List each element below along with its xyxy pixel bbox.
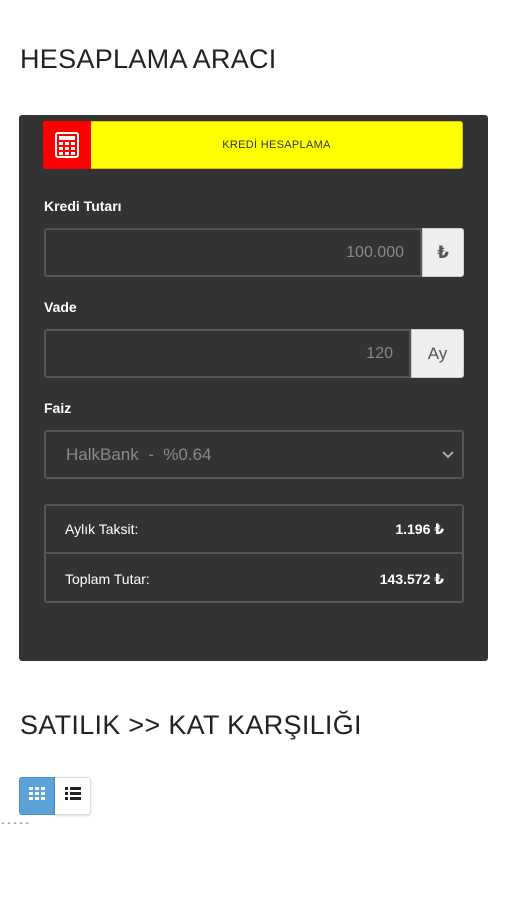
list-view-icon <box>64 787 81 805</box>
divider-dashes: ----- <box>0 818 31 829</box>
interest-label: Faiz <box>44 400 72 416</box>
loan-amount-input[interactable]: 100.000 <box>44 228 422 277</box>
loan-amount-label: Kredi Tutarı <box>44 198 122 214</box>
monthly-installment-row: Aylık Taksit: 1.196 ₺ <box>46 506 462 554</box>
page: HESAPLAMA ARACI KREDİ HESAPLAMA Kredi Tu… <box>0 0 506 900</box>
calculator-heading: HESAPLAMA ARACI <box>20 44 277 74</box>
monthly-installment-label: Aylık Taksit: <box>65 521 139 537</box>
grid-view-icon <box>29 786 45 806</box>
results-box: Aylık Taksit: 1.196 ₺ Toplam Tutar: 143.… <box>44 504 464 603</box>
total-amount-value: 143.572 ₺ <box>379 570 444 587</box>
interest-selected-value: HalkBank - %0.64 <box>66 445 212 464</box>
term-input[interactable]: 120 <box>44 329 411 378</box>
interest-select[interactable]: HalkBank - %0.64 <box>44 430 464 479</box>
grid-view-button[interactable] <box>19 777 55 815</box>
banner-label: KREDİ HESAPLAMA <box>222 139 331 151</box>
term-group: 120 Ay <box>44 329 464 378</box>
loan-amount-group: 100.000 ₺ <box>44 228 464 277</box>
monthly-installment-value: 1.196 ₺ <box>395 520 444 537</box>
loan-calculator-banner[interactable]: KREDİ HESAPLAMA <box>43 120 463 169</box>
term-label: Vade <box>44 299 77 315</box>
view-toggle <box>19 777 91 815</box>
loan-calculator-panel: KREDİ HESAPLAMA Kredi Tutarı 100.000 ₺ V… <box>19 115 488 661</box>
currency-addon: ₺ <box>422 228 464 277</box>
calculator-icon <box>43 120 91 169</box>
listing-heading: SATILIK >> KAT KARŞILIĞI <box>20 710 362 740</box>
total-amount-label: Toplam Tutar: <box>65 571 150 587</box>
chevron-down-icon <box>442 432 454 477</box>
total-amount-row: Toplam Tutar: 143.572 ₺ <box>46 555 462 603</box>
list-view-button[interactable] <box>55 777 91 815</box>
month-addon: Ay <box>411 329 464 378</box>
